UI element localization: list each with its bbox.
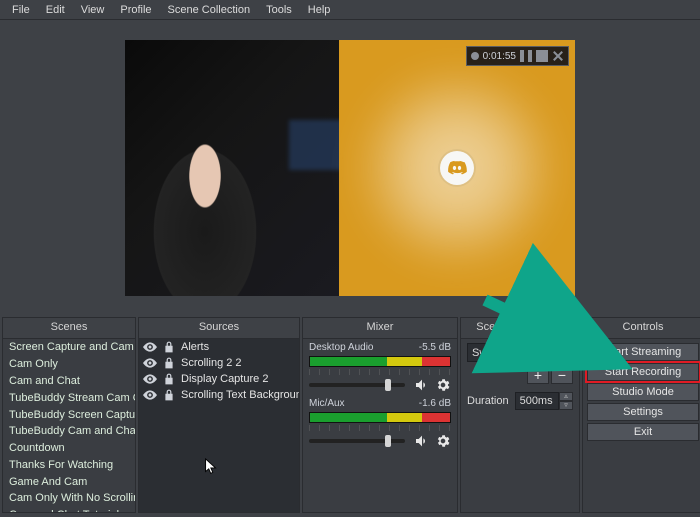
spin-up-button[interactable]: ▵: [559, 392, 573, 401]
source-label: Scrolling 2 2: [181, 357, 242, 369]
source-label: Display Capture 2: [181, 373, 268, 385]
sources-title: Sources: [139, 318, 299, 339]
mixer-channel-desktop: Desktop Audio -5.5 dB: [303, 339, 457, 395]
record-indicator-icon: [471, 52, 479, 60]
meter-ticks: [309, 425, 451, 431]
speaker-icon[interactable]: [414, 377, 430, 393]
mixer-panel: Mixer Desktop Audio -5.5 dB Mic/Aux -1: [302, 317, 458, 513]
close-icon[interactable]: [552, 50, 564, 62]
scene-item[interactable]: Screen Capture and Cam: [3, 339, 135, 356]
start-streaming-button[interactable]: Start Streaming: [587, 343, 699, 361]
channel-name: Desktop Audio: [309, 342, 374, 353]
exit-button[interactable]: Exit: [587, 423, 699, 441]
menu-tools[interactable]: Tools: [258, 2, 300, 18]
gear-icon[interactable]: [435, 377, 451, 393]
menu-view[interactable]: View: [73, 2, 113, 18]
remove-transition-button[interactable]: −: [551, 366, 573, 384]
stop-icon[interactable]: [536, 50, 548, 62]
scenes-title: Scenes: [3, 318, 135, 339]
sources-panel: Sources Alerts Scrolling 2 2 Display Cap…: [138, 317, 300, 513]
mixer-channel-mic: Mic/Aux -1.6 dB: [303, 395, 457, 451]
source-item[interactable]: Scrolling Text Background: [139, 387, 299, 403]
pause-icon[interactable]: [520, 50, 532, 62]
menu-scene-collection[interactable]: Scene Collection: [160, 2, 259, 18]
channel-db: -1.6 dB: [419, 398, 451, 409]
preview-canvas[interactable]: 0:01:55: [125, 40, 575, 296]
studio-mode-button[interactable]: Studio Mode: [587, 383, 699, 401]
discord-logo-icon: [440, 151, 474, 185]
source-label: Alerts: [181, 341, 209, 353]
visibility-icon[interactable]: [143, 341, 157, 353]
source-label: Scrolling Text Background: [181, 389, 299, 401]
scene-item[interactable]: Cam and Chat Tutorial: [3, 507, 135, 512]
transitions-panel: Scene Transitions Swipe ▾ + − Duration 5…: [460, 317, 580, 513]
menu-edit[interactable]: Edit: [38, 2, 73, 18]
menu-profile[interactable]: Profile: [112, 2, 159, 18]
scene-item[interactable]: TubeBuddy Cam and Chat: [3, 423, 135, 440]
lock-icon[interactable]: [162, 341, 176, 353]
menu-help[interactable]: Help: [300, 2, 339, 18]
discord-capture: [339, 40, 575, 296]
transition-select[interactable]: Swipe ▾: [467, 343, 573, 362]
scene-item[interactable]: Game And Cam: [3, 473, 135, 490]
webcam-feed: [125, 40, 339, 296]
controls-title: Controls: [583, 318, 700, 339]
lock-icon[interactable]: [162, 373, 176, 385]
channel-name: Mic/Aux: [309, 398, 345, 409]
visibility-icon[interactable]: [143, 389, 157, 401]
transitions-body: Swipe ▾ + − Duration 500ms ▵ ▿: [461, 339, 579, 512]
mixer-body: Desktop Audio -5.5 dB Mic/Aux -1.6 dB: [303, 339, 457, 512]
spin-down-button[interactable]: ▿: [559, 401, 573, 410]
source-item[interactable]: Display Capture 2: [139, 371, 299, 387]
scene-item[interactable]: Cam and Chat: [3, 373, 135, 390]
source-item[interactable]: Alerts: [139, 339, 299, 355]
scene-item[interactable]: Cam Only With No Scrolling: [3, 490, 135, 507]
controls-panel: Controls Start Streaming Start Recording…: [582, 317, 700, 513]
volume-slider[interactable]: [309, 439, 405, 443]
transitions-title: Scene Transitions: [461, 318, 579, 339]
visibility-icon[interactable]: [143, 357, 157, 369]
menu-file[interactable]: File: [4, 2, 38, 18]
vu-meter: [309, 356, 451, 367]
scene-item[interactable]: Cam Only: [3, 356, 135, 373]
add-transition-button[interactable]: +: [527, 366, 549, 384]
sources-list[interactable]: Alerts Scrolling 2 2 Display Capture 2 S…: [139, 339, 299, 512]
duration-value: 500ms: [520, 395, 553, 407]
gear-icon[interactable]: [435, 433, 451, 449]
scene-item[interactable]: TubeBuddy Stream Cam Only: [3, 389, 135, 406]
vu-meter: [309, 412, 451, 423]
settings-button[interactable]: Settings: [587, 403, 699, 421]
transition-value: Swipe: [472, 347, 502, 359]
mixer-title: Mixer: [303, 318, 457, 339]
scenes-list[interactable]: Screen Capture and Cam Cam Only Cam and …: [3, 339, 135, 512]
controls-body: Start Streaming Start Recording Studio M…: [583, 339, 700, 512]
duration-label: Duration: [467, 395, 509, 407]
channel-db: -5.5 dB: [419, 342, 451, 353]
lock-icon[interactable]: [162, 357, 176, 369]
chevron-down-icon: ▾: [562, 346, 568, 359]
scene-item[interactable]: Countdown: [3, 440, 135, 457]
scenes-panel: Scenes Screen Capture and Cam Cam Only C…: [2, 317, 136, 513]
preview-area[interactable]: 0:01:55: [0, 20, 700, 316]
scene-item[interactable]: TubeBuddy Screen Capture and: [3, 406, 135, 423]
volume-slider[interactable]: [309, 383, 405, 387]
lock-icon[interactable]: [162, 389, 176, 401]
start-recording-button[interactable]: Start Recording: [587, 363, 699, 381]
visibility-icon[interactable]: [143, 373, 157, 385]
scene-item[interactable]: Thanks For Watching: [3, 456, 135, 473]
record-timer: 0:01:55: [483, 51, 516, 62]
game-bar-overlay: 0:01:55: [466, 46, 569, 66]
speaker-icon[interactable]: [414, 433, 430, 449]
menu-bar: File Edit View Profile Scene Collection …: [0, 0, 700, 20]
meter-ticks: [309, 369, 451, 375]
duration-input[interactable]: 500ms: [515, 392, 559, 410]
source-item[interactable]: Scrolling 2 2: [139, 355, 299, 371]
